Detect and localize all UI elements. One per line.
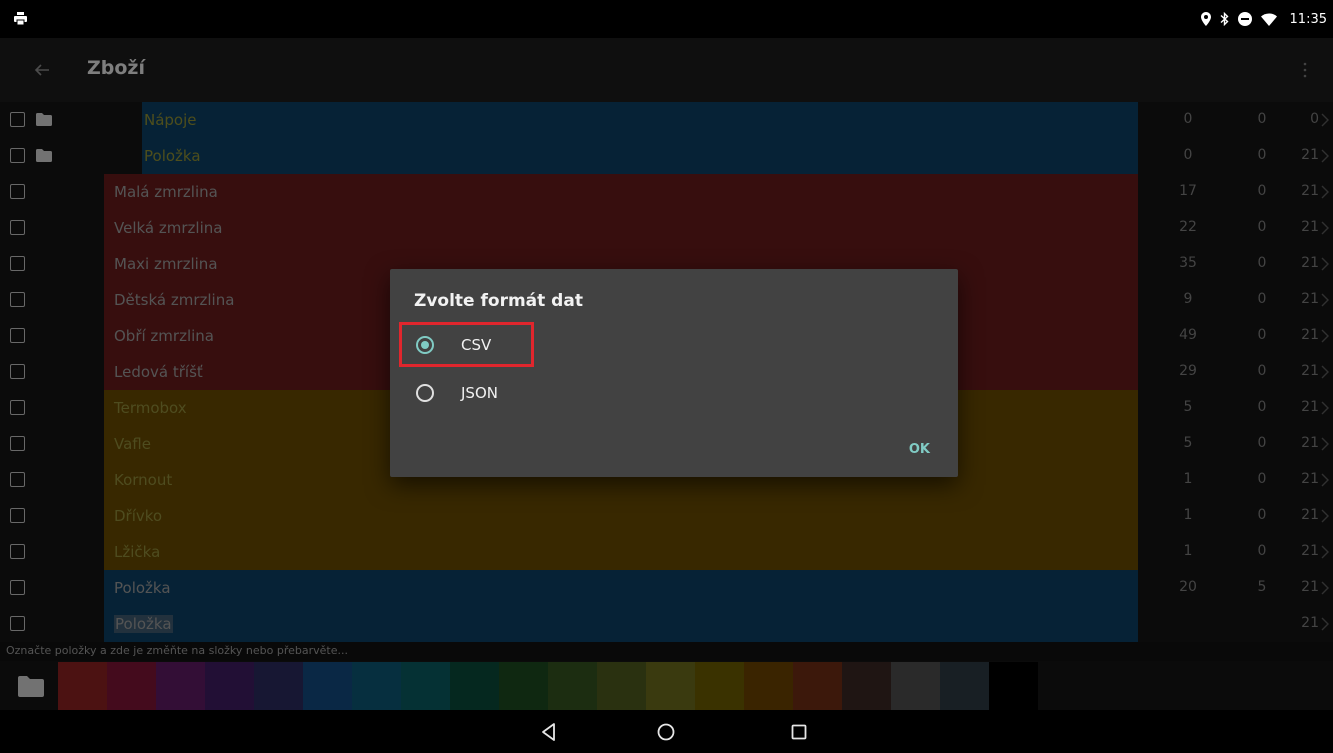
dialog-title: Zvolte formát dat (414, 291, 583, 311)
status-icons: 11:35 (1200, 9, 1327, 29)
location-icon (1200, 12, 1211, 26)
do-not-disturb-icon (1237, 12, 1252, 26)
radio-unselected-icon[interactable] (416, 384, 434, 402)
format-dialog: Zvolte formát dat CSV JSON OK (390, 269, 958, 477)
recents-square-icon[interactable] (788, 721, 810, 743)
bluetooth-icon (1220, 12, 1229, 26)
option-label: JSON (461, 384, 498, 402)
printer-icon (14, 12, 27, 25)
ok-button[interactable]: OK (909, 442, 930, 457)
clock: 11:35 (1289, 11, 1327, 27)
navigation-bar (0, 710, 1333, 753)
back-triangle-icon[interactable] (538, 721, 560, 743)
status-bar: 11:35 (0, 0, 1333, 38)
csv-highlight-box (399, 322, 534, 367)
home-circle-icon[interactable] (655, 721, 677, 743)
option-json[interactable]: JSON (414, 379, 714, 409)
wifi-icon (1260, 13, 1277, 26)
